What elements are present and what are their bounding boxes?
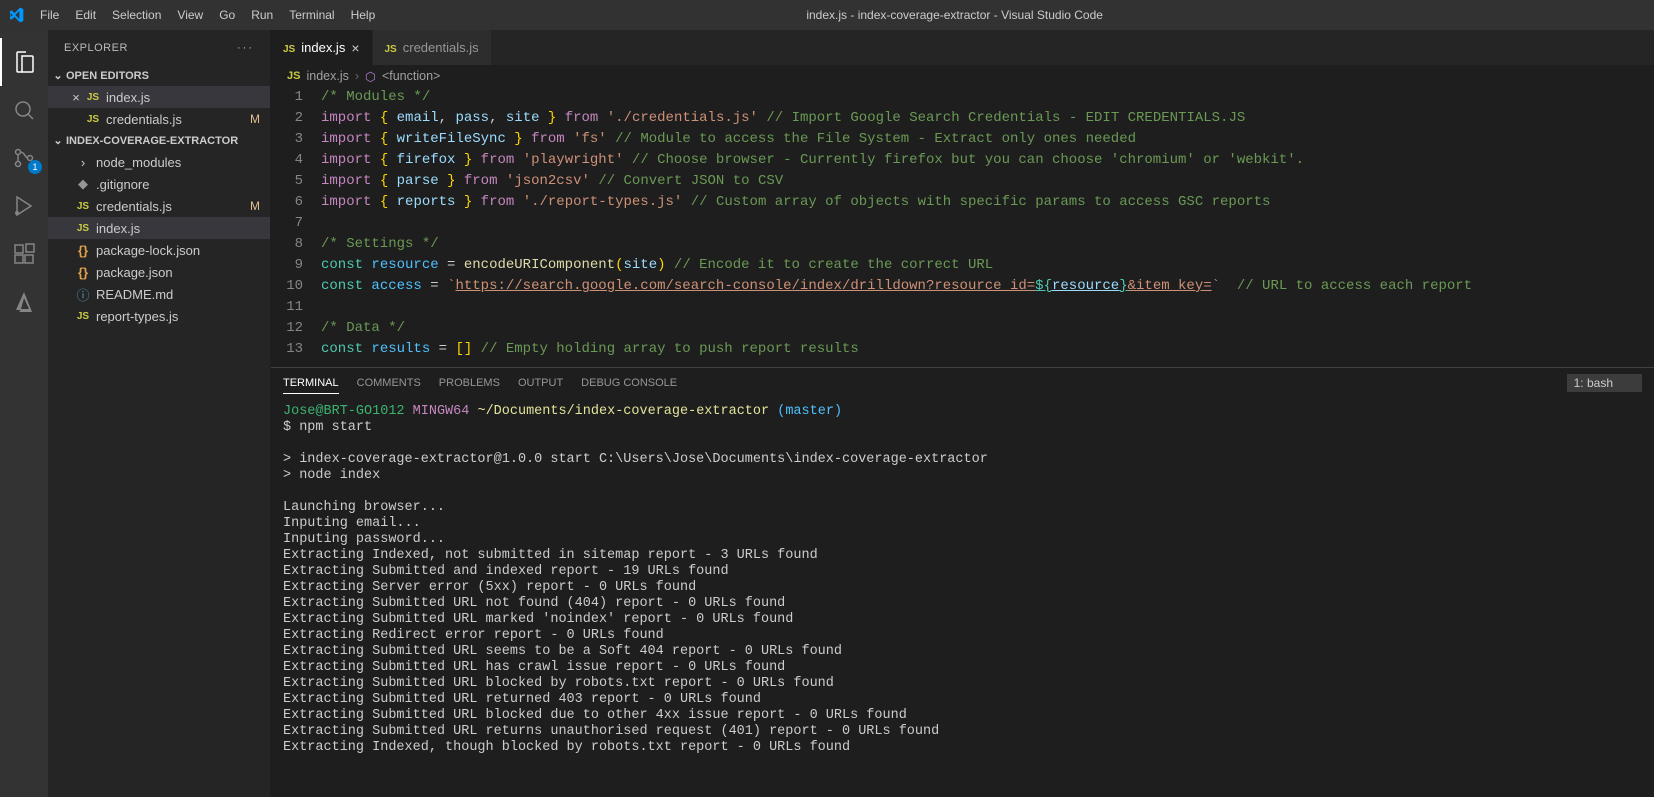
js-file-icon: JS: [287, 70, 300, 82]
tab-credentials.js[interactable]: JS credentials.js: [373, 30, 492, 65]
editor-area: JS index.js ×JS credentials.js JS index.…: [271, 30, 1654, 797]
project-label: INDEX-COVERAGE-EXTRACTOR: [66, 135, 238, 147]
tab-label: index.js: [301, 40, 345, 55]
tab-index.js[interactable]: JS index.js ×: [271, 30, 373, 65]
breadcrumb-file: index.js: [306, 69, 348, 83]
js-file-icon: JS: [385, 40, 397, 55]
file-tree-credentials.js[interactable]: JS credentials.js M: [48, 195, 270, 217]
panel-tabs: TERMINAL COMMENTS PROBLEMS OUTPUT DEBUG CONS…: [271, 368, 1654, 398]
explorer-sidebar: EXPLORER ··· ⌄ OPEN EDITORS × JS index.j…: [48, 30, 271, 797]
close-icon[interactable]: ×: [68, 90, 84, 105]
source-control-icon[interactable]: 1: [0, 134, 48, 182]
file-name: index.js: [96, 221, 140, 236]
search-icon[interactable]: [0, 86, 48, 134]
folder-icon: ›: [74, 155, 92, 170]
azure-icon[interactable]: [0, 278, 48, 326]
file-tree-node_modules[interactable]: › node_modules: [48, 151, 270, 173]
menu-edit[interactable]: Edit: [67, 8, 104, 22]
file-tree-README.md[interactable]: ⓘ README.md: [48, 283, 270, 305]
line-numbers: 12345678910111213: [271, 87, 321, 367]
modified-badge: M: [250, 112, 260, 126]
vscode-logo-icon: [8, 7, 24, 23]
js-file-icon: JS: [84, 92, 102, 103]
panel-tab-debug-console[interactable]: DEBUG CONSOLE: [581, 373, 677, 394]
more-icon[interactable]: ···: [237, 42, 254, 54]
file-name: report-types.js: [96, 309, 178, 324]
file-name: credentials.js: [96, 199, 172, 214]
file-tree-report-types.js[interactable]: JS report-types.js: [48, 305, 270, 327]
js-file-icon: JS: [283, 40, 295, 55]
js-file-icon: JS: [84, 114, 102, 125]
menu-help[interactable]: Help: [343, 8, 384, 22]
panel-tab-terminal[interactable]: TERMINAL: [283, 373, 339, 394]
open-editor-index.js[interactable]: × JS index.js: [48, 86, 270, 108]
chevron-right-icon: ›: [355, 69, 359, 83]
file-name: node_modules: [96, 155, 181, 170]
menu-terminal[interactable]: Terminal: [281, 8, 342, 22]
terminal-output[interactable]: Jose@BRT-GO1012 MINGW64 ~/Documents/inde…: [271, 398, 1654, 797]
file-name: .gitignore: [96, 177, 149, 192]
open-editors-label: OPEN EDITORS: [66, 70, 149, 82]
js-icon: JS: [74, 311, 92, 322]
menu-file[interactable]: File: [32, 8, 67, 22]
file-tree-index.js[interactable]: JS index.js: [48, 217, 270, 239]
file-name: package-lock.json: [96, 243, 200, 258]
title-bar: FileEditSelectionViewGoRunTerminalHelp i…: [0, 0, 1654, 30]
file-name: index.js: [106, 90, 150, 105]
scm-badge: 1: [28, 160, 42, 174]
json-icon: {}: [74, 265, 92, 280]
modified-badge: M: [250, 199, 260, 213]
chevron-down-icon: ⌄: [52, 69, 64, 82]
file-name: credentials.js: [106, 112, 182, 127]
project-header[interactable]: ⌄ INDEX-COVERAGE-EXTRACTOR: [48, 130, 270, 151]
terminal-selector[interactable]: 1: bash: [1567, 374, 1642, 392]
chevron-down-icon: ⌄: [52, 134, 64, 147]
menu-view[interactable]: View: [169, 8, 211, 22]
tab-label: credentials.js: [403, 40, 479, 55]
activity-bar: 1: [0, 30, 48, 797]
file-name: README.md: [96, 287, 173, 302]
file-tree-package-lock.json[interactable]: {} package-lock.json: [48, 239, 270, 261]
code-content[interactable]: /* Modules */import { email, pass, site …: [321, 87, 1654, 367]
open-editor-credentials.js[interactable]: JS credentials.js M: [48, 108, 270, 130]
file-tree-.gitignore[interactable]: ◆ .gitignore: [48, 173, 270, 195]
breadcrumb-symbol: <function>: [382, 69, 440, 83]
extensions-icon[interactable]: [0, 230, 48, 278]
breadcrumb[interactable]: JS index.js › ⬡ <function>: [271, 65, 1654, 87]
menu-go[interactable]: Go: [211, 8, 243, 22]
file-tree-package.json[interactable]: {} package.json: [48, 261, 270, 283]
panel-tab-output[interactable]: OUTPUT: [518, 373, 563, 394]
menu-selection[interactable]: Selection: [104, 8, 169, 22]
sidebar-title: EXPLORER ···: [48, 30, 270, 65]
panel-tab-problems[interactable]: PROBLEMS: [439, 373, 500, 394]
js-icon: JS: [74, 201, 92, 212]
bottom-panel: TERMINAL COMMENTS PROBLEMS OUTPUT DEBUG CONS…: [271, 367, 1654, 797]
menu-run[interactable]: Run: [243, 8, 281, 22]
close-icon[interactable]: ×: [351, 40, 359, 56]
sidebar-title-text: EXPLORER: [64, 42, 128, 54]
js-icon: JS: [74, 223, 92, 234]
code-editor[interactable]: 12345678910111213 /* Modules */import { …: [271, 87, 1654, 367]
run-debug-icon[interactable]: [0, 182, 48, 230]
open-editors-header[interactable]: ⌄ OPEN EDITORS: [48, 65, 270, 86]
git-icon: ◆: [74, 176, 92, 192]
info-icon: ⓘ: [74, 285, 92, 304]
json-icon: {}: [74, 243, 92, 258]
symbol-icon: ⬡: [365, 69, 376, 84]
panel-tab-comments[interactable]: COMMENTS: [357, 373, 421, 394]
menu-bar: FileEditSelectionViewGoRunTerminalHelp: [32, 8, 383, 22]
editor-tabs: JS index.js ×JS credentials.js: [271, 30, 1654, 65]
file-name: package.json: [96, 265, 173, 280]
explorer-icon[interactable]: [0, 38, 48, 86]
window-title: index.js - index-coverage-extractor - Vi…: [383, 8, 1526, 22]
